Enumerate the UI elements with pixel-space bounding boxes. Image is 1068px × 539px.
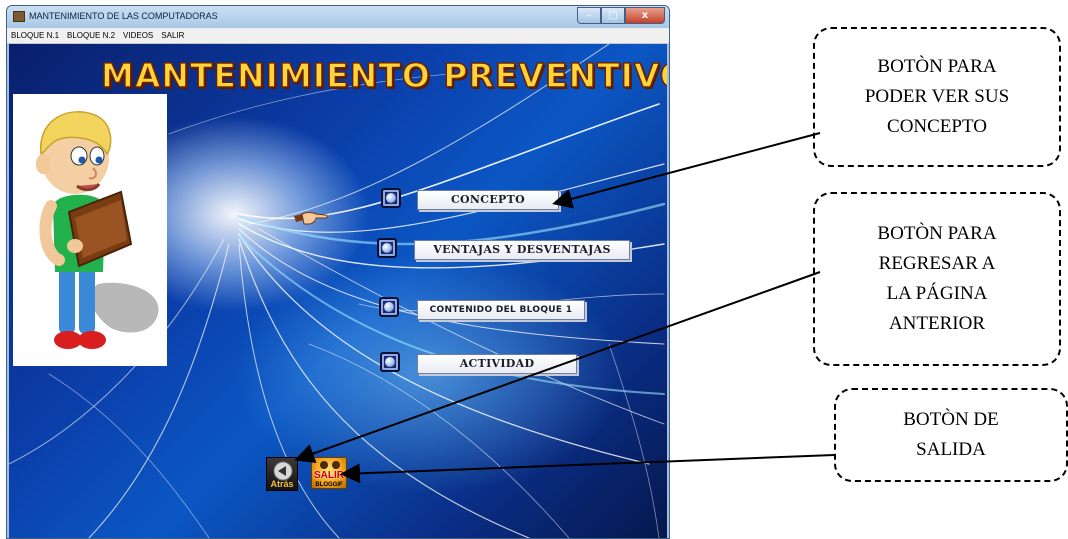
menu-bar: BLOQUE N.1 BLOQUE N.2 VIDEOS SALIR xyxy=(7,28,669,44)
callout-salida-text: BOTÒN DE SALIDA xyxy=(903,409,999,460)
minimize-button[interactable]: – xyxy=(577,7,601,24)
concepto-button[interactable]: CONCEPTO xyxy=(417,190,559,210)
exit-button-sublabel: BLOGGIF xyxy=(315,482,343,488)
app-icon xyxy=(13,11,25,22)
close-button[interactable]: x xyxy=(625,7,665,24)
ventajas-radio-icon[interactable] xyxy=(377,238,397,258)
callout-salida: BOTÒN DE SALIDA xyxy=(834,388,1068,482)
ventajas-desventajas-button[interactable]: VENTAJAS Y DESVENTAJAS xyxy=(414,240,630,260)
back-button-label: Atrás xyxy=(270,479,294,489)
callout-concepto-text: BOTÒN PARA PODER VER SUS CONCEPTO xyxy=(864,56,1010,137)
exit-button[interactable]: SALIR BLOGGIF xyxy=(311,457,347,489)
contenido-bloque-button[interactable]: CONTENIDO DEL BLOQUE 1 xyxy=(417,300,585,320)
concepto-radio-icon[interactable] xyxy=(381,188,401,208)
actividad-button[interactable]: ACTIVIDAD xyxy=(417,354,577,374)
app-window: MANTENIMIENTO DE LAS COMPUTADORAS – □ x … xyxy=(6,5,670,539)
contenido-radio-icon[interactable] xyxy=(379,297,399,317)
maximize-button[interactable]: □ xyxy=(601,7,625,24)
back-button[interactable]: Atrás xyxy=(266,457,298,491)
menu-bloque-2[interactable]: BLOQUE N.2 xyxy=(67,31,115,40)
title-bar[interactable]: MANTENIMIENTO DE LAS COMPUTADORAS – □ x xyxy=(7,6,669,28)
character-panel xyxy=(13,94,167,366)
callout-regresar: BOTÒN PARA REGRESAR A LA PÁGINA ANTERIOR xyxy=(813,192,1061,366)
callout-concepto: BOTÒN PARA PODER VER SUS CONCEPTO xyxy=(813,27,1061,167)
exit-button-label: SALIR xyxy=(314,470,344,481)
window-title: MANTENIMIENTO DE LAS COMPUTADORAS xyxy=(29,11,218,21)
reading-boy-illustration xyxy=(36,111,159,349)
page-title: MANTENIMIENTO PREVENTIVO xyxy=(100,55,667,96)
callout-regresar-text: BOTÒN PARA REGRESAR A LA PÁGINA ANTERIOR xyxy=(877,223,997,334)
menu-bloque-1[interactable]: BLOQUE N.1 xyxy=(11,31,59,40)
menu-videos[interactable]: VIDEOS xyxy=(123,31,153,40)
menu-salir[interactable]: SALIR xyxy=(161,31,184,40)
actividad-radio-icon[interactable] xyxy=(380,352,400,372)
main-content: MANTENIMIENTO PREVENTIVO CONCEPTO VENTAJ… xyxy=(9,44,667,538)
pointing-hand-icon xyxy=(294,212,328,225)
window-controls: – □ x xyxy=(577,7,665,24)
